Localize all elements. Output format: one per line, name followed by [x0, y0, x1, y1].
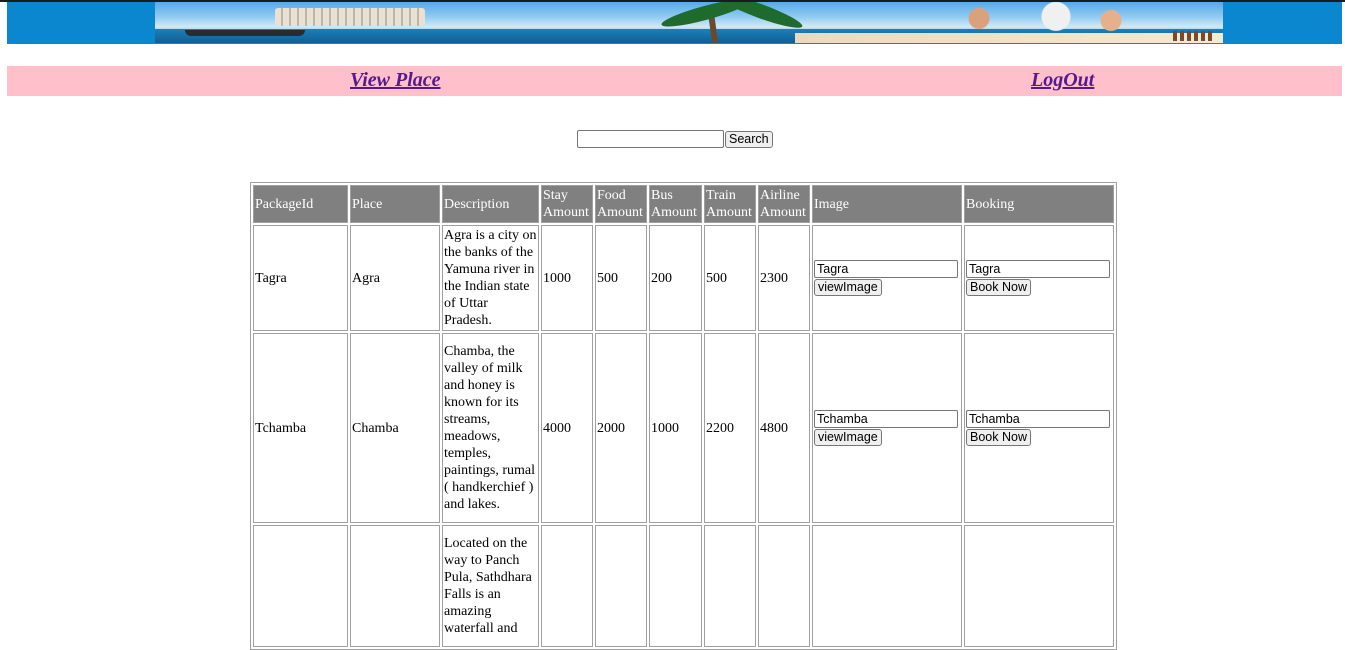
search-button[interactable]: Search [725, 131, 773, 148]
cell-food-amount [595, 525, 647, 647]
cell-description: Chamba, the valley of milk and honey is … [442, 333, 539, 523]
book-now-button[interactable]: Book Now [966, 279, 1031, 296]
image-package-field[interactable] [814, 260, 958, 278]
header-banner-image [155, 2, 1223, 43]
cell-bus-amount: 200 [649, 225, 702, 331]
cell-bus-amount [649, 525, 702, 647]
booking-package-field[interactable] [966, 260, 1110, 278]
view-image-button[interactable]: viewImage [814, 279, 882, 296]
cell-description: Located on the way to Panch Pula, Sathdh… [442, 525, 539, 647]
banner-family [935, 2, 1155, 43]
banner-palace [275, 8, 425, 26]
cell-image [812, 525, 962, 647]
packages-table-container: PackageId Place Description Stay Amount … [250, 182, 1117, 650]
cell-train-amount: 2200 [704, 333, 756, 523]
cell-booking: Book Now [964, 333, 1114, 523]
cell-food-amount: 2000 [595, 333, 647, 523]
cell-booking [964, 525, 1114, 647]
booking-package-field[interactable] [966, 410, 1110, 428]
header-food-amount: Food Amount [595, 185, 647, 223]
header-image: Image [812, 185, 962, 223]
cell-airline-amount [758, 525, 810, 647]
cell-image: viewImage [812, 333, 962, 523]
cell-package-id: Tchamba [253, 333, 348, 523]
table-header-row: PackageId Place Description Stay Amount … [253, 185, 1114, 223]
cell-stay-amount: 4000 [541, 333, 593, 523]
cell-food-amount: 500 [595, 225, 647, 331]
header-description: Description [442, 185, 539, 223]
cell-place [350, 525, 440, 647]
logout-link[interactable]: LogOut [1031, 69, 1094, 92]
cell-package-id: Tagra [253, 225, 348, 331]
cell-booking: Book Now [964, 225, 1114, 331]
header-place: Place [350, 185, 440, 223]
view-image-button[interactable]: viewImage [814, 429, 882, 446]
cell-package-id [253, 525, 348, 647]
header-train-amount: Train Amount [704, 185, 756, 223]
table-row: Tagra Agra Agra is a city on the banks o… [253, 225, 1114, 331]
cell-place: Agra [350, 225, 440, 331]
header-stay-amount: Stay Amount [541, 185, 593, 223]
header-bus-amount: Bus Amount [649, 185, 702, 223]
cell-train-amount [704, 525, 756, 647]
cell-stay-amount: 1000 [541, 225, 593, 331]
image-package-field[interactable] [814, 410, 958, 428]
banner-boat [185, 30, 305, 36]
search-input[interactable] [577, 130, 724, 148]
cell-image: viewImage [812, 225, 962, 331]
cell-airline-amount: 2300 [758, 225, 810, 331]
packages-table: PackageId Place Description Stay Amount … [250, 182, 1117, 650]
nav-bar: View Place LogOut [7, 66, 1342, 96]
header-booking: Booking [964, 185, 1114, 223]
cell-airline-amount: 4800 [758, 333, 810, 523]
book-now-button[interactable]: Book Now [966, 429, 1031, 446]
table-row: Located on the way to Panch Pula, Sathdh… [253, 525, 1114, 647]
header-package-id: PackageId [253, 185, 348, 223]
cell-stay-amount [541, 525, 593, 647]
cell-description: Agra is a city on the banks of the Yamun… [442, 225, 539, 331]
cell-place: Chamba [350, 333, 440, 523]
table-row: Tchamba Chamba Chamba, the valley of mil… [253, 333, 1114, 523]
header-airline-amount: Airline Amount [758, 185, 810, 223]
banner-beach-chairs [1173, 31, 1213, 41]
cell-bus-amount: 1000 [649, 333, 702, 523]
view-place-link[interactable]: View Place [350, 69, 441, 92]
cell-train-amount: 500 [704, 225, 756, 331]
